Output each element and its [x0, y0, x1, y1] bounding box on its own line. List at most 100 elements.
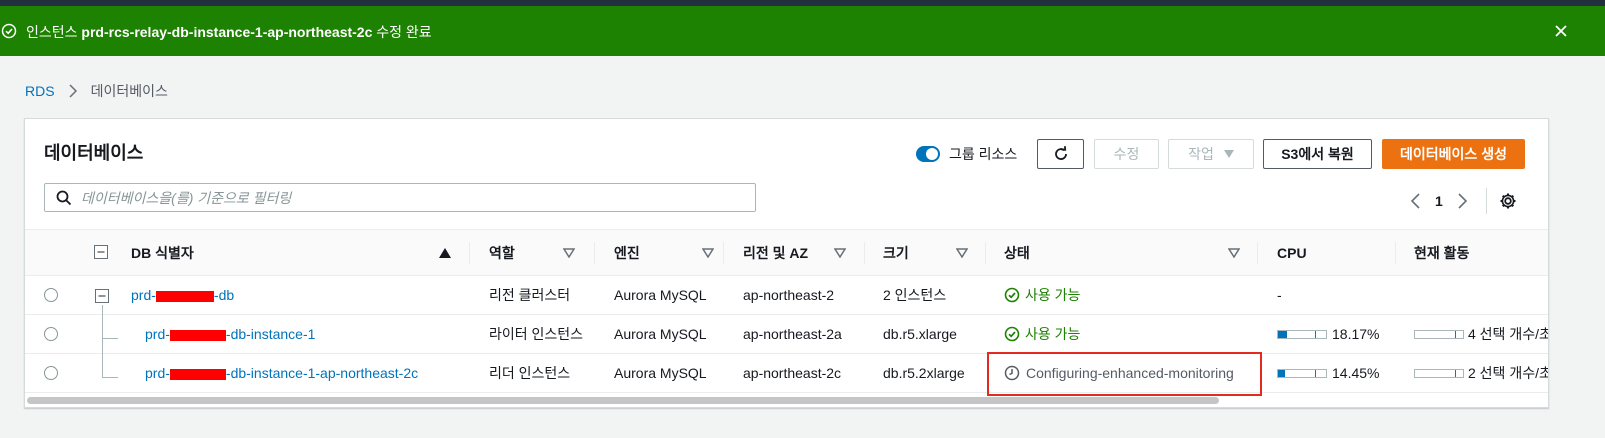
column-label: 리전 및 AZ — [743, 244, 809, 261]
close-icon[interactable] — [1551, 21, 1571, 41]
toggle-track[interactable] — [916, 146, 940, 162]
db-identifier-link[interactable]: prd- -db — [131, 287, 234, 303]
flash-message: 인스턴스 prd-rcs-relay-db-instance-1-ap-nort… — [26, 22, 432, 42]
engine-cell: Aurora MySQL — [614, 326, 707, 342]
gear-icon[interactable] — [1499, 192, 1517, 210]
sort-icon — [956, 248, 968, 258]
column-separator — [985, 242, 986, 264]
column-separator — [723, 242, 724, 264]
actions-dropdown-button[interactable]: 작업 — [1168, 139, 1254, 169]
size-cell: 2 인스턴스 — [883, 287, 947, 303]
horizontal-scrollbar[interactable] — [27, 397, 1219, 404]
sort-icon — [1228, 248, 1240, 258]
row-select-radio[interactable] — [44, 366, 58, 380]
activity-meter-threshold — [1455, 369, 1456, 377]
breadcrumb-rds-link[interactable]: RDS — [25, 83, 55, 99]
id-prefix: prd- — [145, 326, 170, 342]
tree-connector-line — [102, 305, 103, 378]
success-check-icon — [1, 23, 17, 39]
column-role[interactable]: 역할 — [489, 230, 601, 275]
table-row[interactable]: prd- -db-instance-1-ap-northeast-2c 리더 인스… — [25, 354, 1549, 393]
db-identifier-cell[interactable]: prd- -db-instance-1-ap-northeast-2c — [145, 354, 418, 392]
redacted-block — [169, 329, 226, 341]
id-suffix: -db-instance-1-ap-northeast-2c — [225, 365, 419, 381]
pager-divider — [1485, 188, 1487, 214]
column-label: 역할 — [489, 244, 515, 261]
cpu-meter-threshold — [1315, 330, 1316, 338]
column-separator — [594, 242, 595, 264]
restore-from-s3-button[interactable]: S3에서 복원 — [1263, 139, 1372, 169]
caret-down-icon — [1223, 150, 1234, 158]
id-suffix: -db-instance-1 — [225, 326, 316, 342]
success-flash-banner: 인스턴스 prd-rcs-relay-db-instance-1-ap-nort… — [0, 6, 1605, 56]
id-prefix: prd- — [131, 287, 156, 303]
db-identifier-cell[interactable]: prd- -db-instance-1 — [145, 315, 315, 353]
collapse-group-icon[interactable] — [95, 289, 109, 303]
engine-cell: Aurora MySQL — [614, 365, 707, 381]
cpu-meter-threshold — [1315, 369, 1316, 377]
toggle-label: 그룹 리소스 — [949, 146, 1018, 162]
sort-asc-icon — [439, 248, 451, 258]
column-label: 크기 — [883, 244, 909, 261]
column-db-identifier[interactable]: DB 식별자 — [131, 230, 451, 275]
column-engine[interactable]: 엔진 — [614, 230, 726, 275]
flash-suffix: 수정 완료 — [372, 24, 432, 40]
sort-icon — [702, 248, 714, 258]
cpu-cell: 14.45% — [1277, 354, 1379, 392]
filter-input[interactable] — [81, 189, 721, 206]
id-prefix: prd- — [145, 365, 170, 381]
refresh-icon — [1054, 146, 1067, 160]
size-cell: db.r5.2xlarge — [883, 365, 965, 381]
cpu-value: 14.45% — [1332, 365, 1380, 381]
create-database-button[interactable]: 데이터베이스 생성 — [1382, 139, 1525, 169]
flash-instance-name: prd-rcs-relay-db-instance-1-ap-northeast… — [81, 24, 373, 40]
status-available-icon — [1004, 287, 1020, 303]
current-page[interactable]: 1 — [1435, 193, 1443, 209]
column-separator — [1257, 242, 1258, 264]
chevron-right-icon — [69, 84, 77, 98]
column-label: 상태 — [1004, 244, 1030, 261]
panel-title: 데이터베이스 — [44, 143, 144, 163]
sort-icon — [563, 248, 575, 258]
cpu-cell: 18.17% — [1277, 315, 1379, 353]
size-cell: db.r5.xlarge — [883, 326, 957, 342]
db-identifier-cell[interactable]: prd- -db — [131, 276, 234, 314]
activity-value: 2 선택 개수/초 — [1468, 365, 1549, 381]
column-label: CPU — [1277, 244, 1307, 261]
table-row[interactable]: prd- -db-instance-1 라이터 인스턴스 Aurora MySQL… — [25, 315, 1548, 354]
search-icon — [56, 190, 72, 205]
column-current-activity[interactable]: 현재 활동 — [1414, 230, 1544, 275]
activity-meter — [1414, 368, 1464, 378]
column-label: 현재 활동 — [1414, 244, 1470, 261]
db-identifier-link[interactable]: prd- -db-instance-1-ap-northeast-2c — [145, 365, 418, 381]
column-separator — [1395, 242, 1396, 264]
region-cell: ap-northeast-2a — [743, 326, 842, 342]
db-identifier-link[interactable]: prd- -db-instance-1 — [145, 326, 315, 342]
column-label: 엔진 — [614, 244, 640, 261]
status-cell: 사용 가능 — [1004, 315, 1080, 353]
group-resources-toggle[interactable]: 그룹 리소스 — [916, 144, 1017, 164]
column-cpu[interactable]: CPU — [1277, 230, 1377, 275]
row-select-radio[interactable] — [44, 288, 58, 302]
collapse-all-icon[interactable] — [94, 245, 108, 259]
cpu-value: 18.17% — [1332, 326, 1380, 342]
region-cell: ap-northeast-2 — [743, 287, 835, 303]
activity-meter-threshold — [1455, 330, 1456, 338]
refresh-button[interactable] — [1037, 139, 1084, 169]
breadcrumb: RDS 데이터베이스 — [25, 81, 168, 101]
column-label: DB 식별자 — [131, 244, 194, 261]
column-status[interactable]: 상태 — [1004, 230, 1244, 275]
chevron-right-icon[interactable] — [1452, 191, 1472, 211]
status-cell: 사용 가능 — [1004, 276, 1080, 314]
table-row[interactable]: prd- -db 리전 클러스터 Aurora MySQL ap-northeas… — [25, 276, 1548, 315]
status-text: 사용 가능 — [1025, 287, 1081, 303]
row-select-radio[interactable] — [44, 327, 58, 341]
column-size[interactable]: 크기 — [883, 230, 983, 275]
modify-button[interactable]: 수정 — [1094, 139, 1159, 169]
status-highlight-box — [987, 352, 1262, 396]
chevron-left-icon[interactable] — [1406, 191, 1426, 211]
role-cell: 리전 클러스터 — [489, 287, 571, 303]
flash-prefix: 인스턴스 — [26, 24, 82, 40]
breadcrumb-current: 데이터베이스 — [90, 83, 168, 99]
column-region-az[interactable]: 리전 및 AZ — [743, 230, 868, 275]
